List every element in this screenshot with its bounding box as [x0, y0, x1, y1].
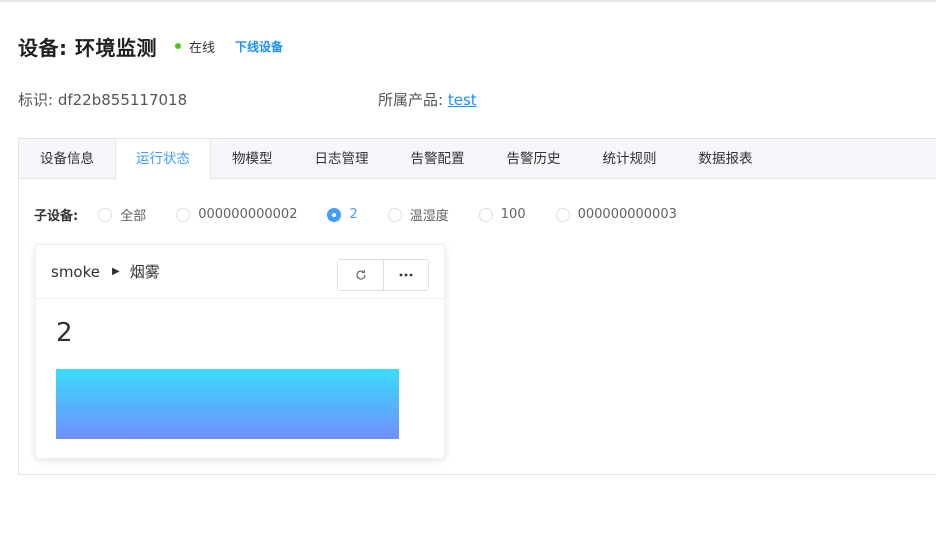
property-value: 2 [56, 318, 73, 348]
radio-label: 2 [349, 207, 358, 222]
subdevice-radio-000000000003[interactable]: 000000000003 [555, 207, 677, 222]
offline-device-link[interactable]: 下线设备 [235, 38, 283, 55]
subdevice-radio-all[interactable]: 全部 [98, 205, 146, 224]
radio-label: 100 [500, 207, 526, 222]
radio-label: 温湿度 [409, 209, 449, 224]
tab-statistics-rules[interactable]: 统计规则 [582, 139, 678, 179]
radio-circle-icon[interactable] [176, 207, 191, 222]
tab-alarm-history[interactable]: 告警历史 [486, 139, 582, 179]
property-identifier: smoke [51, 262, 100, 281]
value-bar [56, 369, 399, 439]
tab-thing-model[interactable]: 物模型 [211, 139, 294, 179]
top-border [0, 0, 936, 2]
status-text: 在线 [188, 40, 215, 56]
radio-label: 全部 [120, 209, 147, 224]
subdevice-radio-2[interactable]: 2 [327, 207, 358, 222]
page-header: 设备: 环境监测 在线 下线设备 [18, 34, 283, 60]
subdevice-radio-temp-humidity[interactable]: 温湿度 [387, 205, 449, 224]
subdevice-radio-100[interactable]: 100 [478, 207, 526, 222]
radio-circle-icon[interactable] [387, 207, 402, 222]
property-card: smoke ▶ 烟雾 2 [35, 244, 445, 459]
page-title: 设备: 环境监测 [18, 35, 157, 60]
product-label: 所属产品: [378, 91, 448, 109]
more-button[interactable] [383, 260, 428, 290]
tabs-bar: 设备信息 运行状态 物模型 日志管理 告警配置 告警历史 统计规则 数据报表 [19, 139, 936, 180]
device-id: 标识: df22b855117018 [18, 89, 187, 110]
radio-circle-icon[interactable] [98, 207, 113, 222]
device-id-label: 标识: [18, 91, 58, 109]
subdevice-label: 子设备: [34, 209, 79, 224]
product-link[interactable]: test [448, 91, 477, 109]
more-icon [399, 273, 413, 277]
tab-data-report[interactable]: 数据报表 [678, 139, 774, 179]
refresh-icon [355, 270, 366, 280]
radio-circle-icon[interactable] [478, 207, 493, 222]
tab-running-status[interactable]: 运行状态 [115, 139, 211, 180]
status-badge: 在线 [174, 37, 215, 56]
device-product: 所属产品: test [378, 89, 477, 110]
value-bar-fill [56, 369, 399, 439]
card-header: smoke ▶ 烟雾 [36, 245, 444, 299]
tab-log-management[interactable]: 日志管理 [294, 139, 390, 179]
property-name: 烟雾 [129, 263, 160, 281]
radio-circle-icon[interactable] [555, 207, 570, 222]
radio-checked-icon[interactable] [327, 207, 342, 222]
card-actions [337, 259, 429, 291]
online-dot-icon [174, 43, 181, 49]
radio-label: 000000000002 [198, 207, 298, 222]
caret-right-icon: ▶ [111, 266, 120, 277]
tab-device-info[interactable]: 设备信息 [19, 139, 115, 179]
subdevice-selector: 子设备: 全部 000000000002 2 温湿度 100 000000000… [34, 205, 707, 224]
device-id-value: df22b855117018 [57, 91, 188, 109]
tab-alarm-config[interactable]: 告警配置 [390, 139, 486, 179]
refresh-button[interactable] [338, 260, 383, 290]
subdevice-radio-000000000002[interactable]: 000000000002 [176, 207, 297, 222]
radio-label: 000000000003 [577, 207, 677, 222]
tabs-panel: 设备信息 运行状态 物模型 日志管理 告警配置 告警历史 统计规则 数据报表 子… [18, 138, 936, 475]
